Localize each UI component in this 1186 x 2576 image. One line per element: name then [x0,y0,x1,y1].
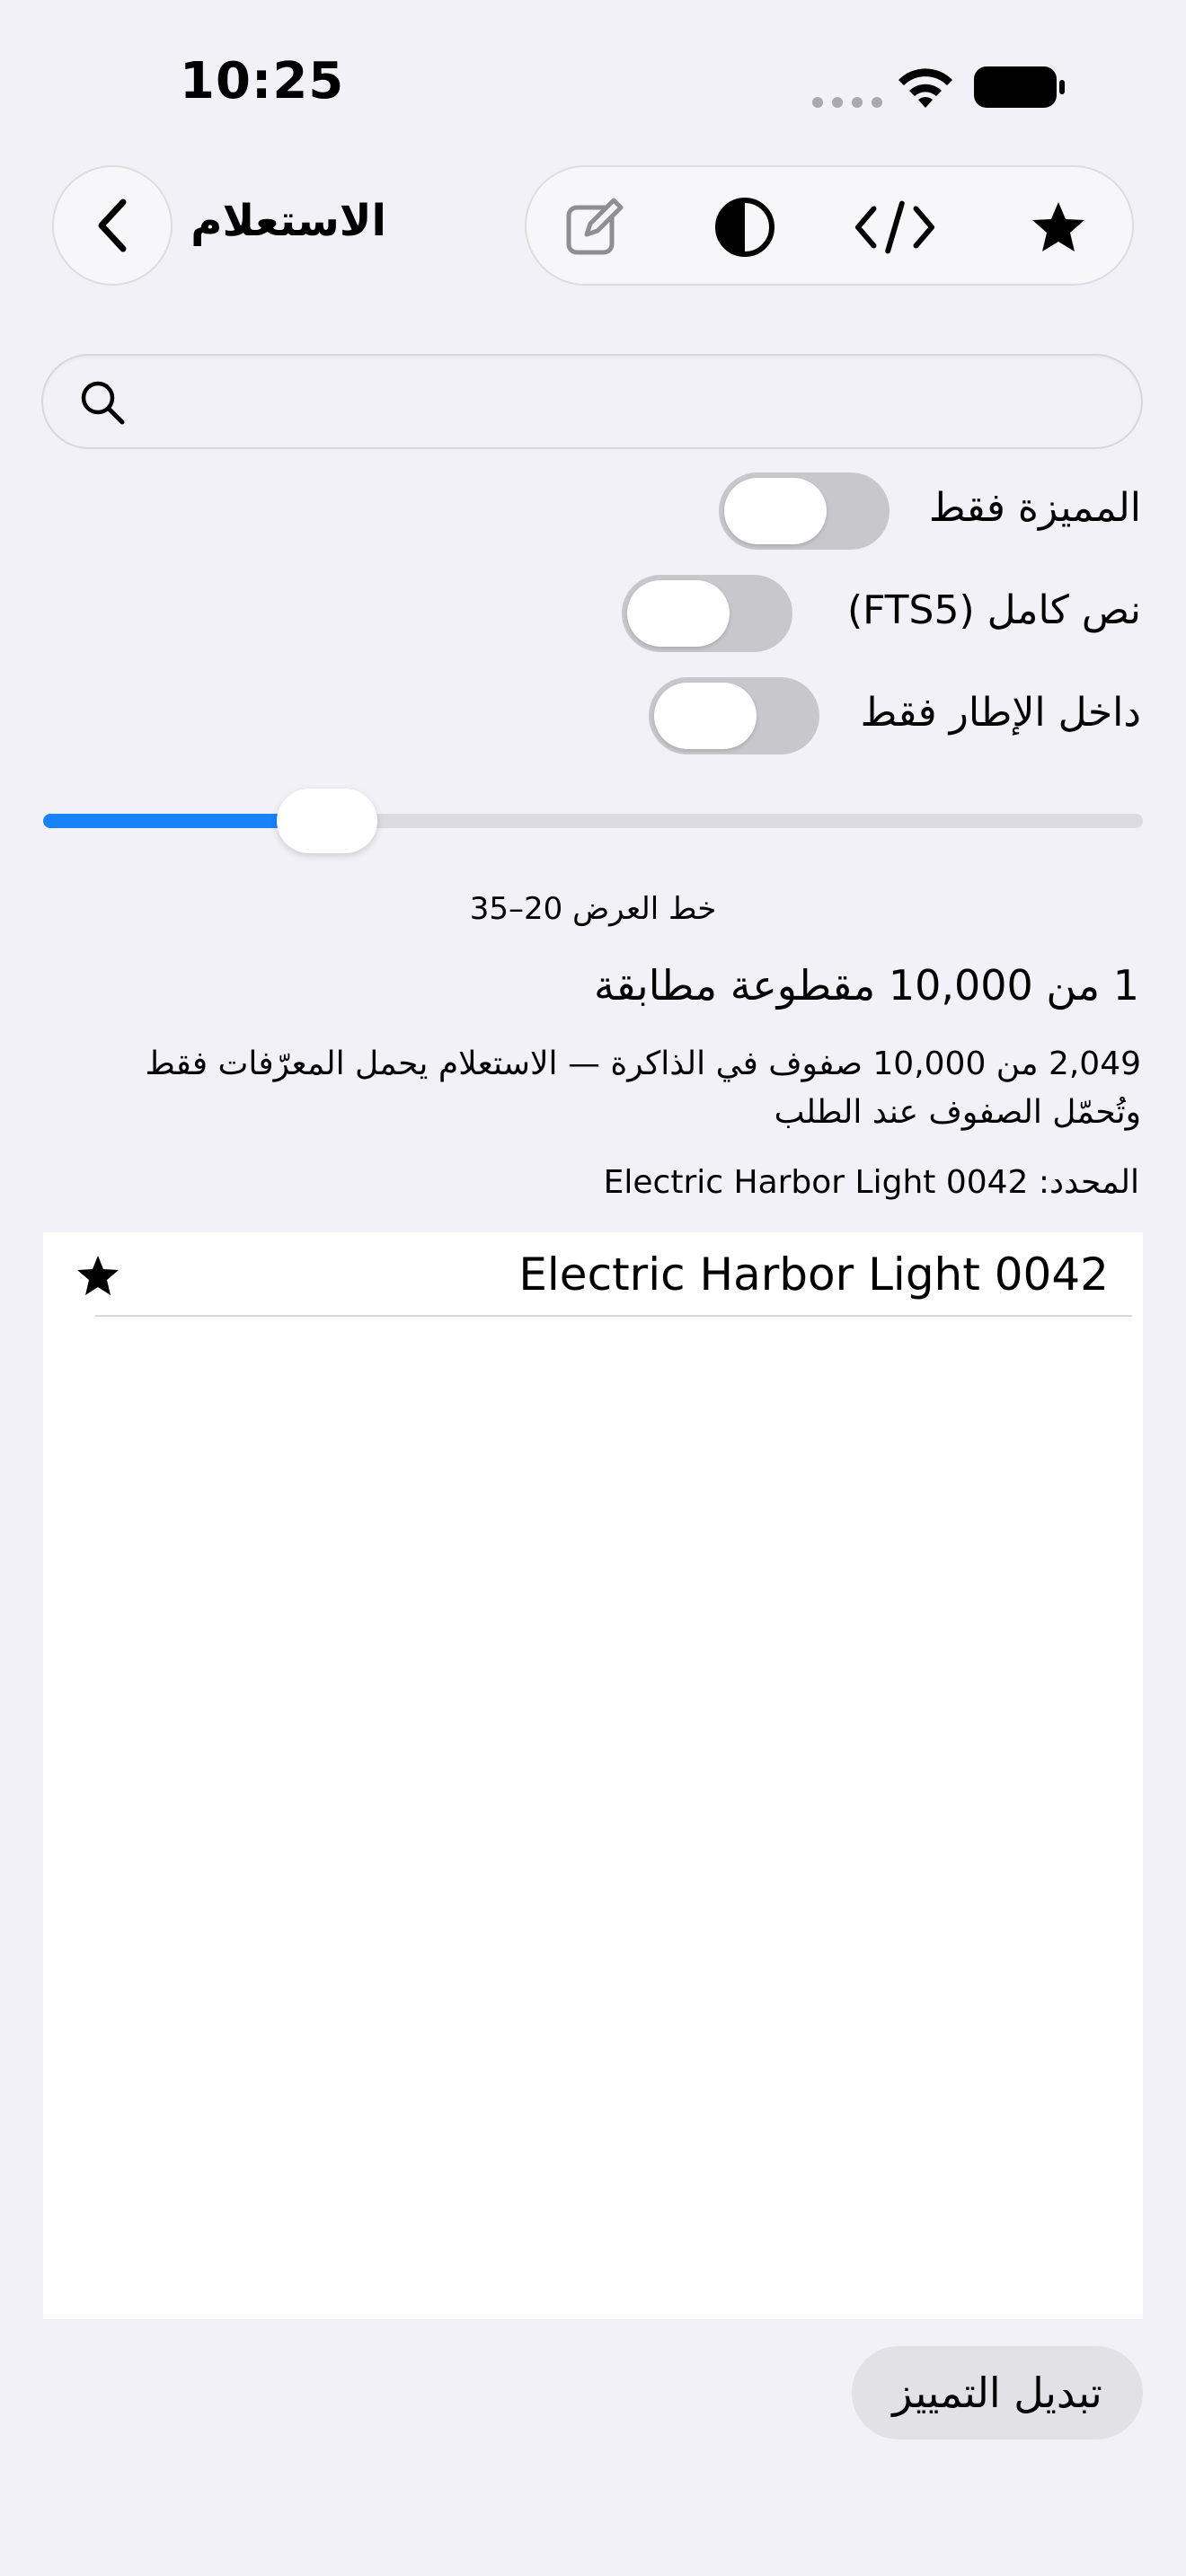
full-text-toggle[interactable] [622,575,792,652]
selected-item-label: المحدد: Electric Harbor Light 0042 [603,1164,1139,1201]
list-item-label: Electric Harbor Light 0042 [518,1248,1109,1301]
search-icon [81,381,125,425]
latitude-slider-thumb[interactable] [277,789,377,853]
rows-description: 2,049 من 10,000 صفوف في الذاكرة — الاستع… [145,1045,1141,1131]
page-title: الاستعلام [190,196,386,246]
full-text-label: نص كامل (FTS5) [846,587,1141,633]
in-frame-toggle[interactable] [649,677,819,754]
list-item[interactable]: Electric Harbor Light 0042 [43,1232,1143,1317]
divider [95,1315,1132,1317]
contrast-icon [715,198,774,257]
toggle-highlight-button[interactable]: تبديل التمييز [852,2346,1143,2439]
compose-button[interactable] [553,187,634,268]
featured-only-toggle[interactable] [719,472,890,550]
code-icon [854,200,935,254]
chevron-left-icon [98,198,127,252]
code-button[interactable] [854,187,935,268]
star-icon [77,1256,119,1295]
match-count: 1 من 10,000 مقطوعة مطابقة [593,961,1139,1010]
search-field[interactable] [41,354,1143,449]
toggle-knob [627,580,730,647]
results-list: Electric Harbor Light 0042 [43,1232,1143,2319]
favorites-button[interactable] [1018,187,1099,268]
contrast-button[interactable] [704,187,785,268]
toolbar [525,165,1134,286]
toggle-knob [724,478,827,544]
latitude-caption: خط العرض 20–35 [469,891,717,927]
compose-icon [566,198,624,255]
status-time: 10:25 [180,52,345,110]
back-button[interactable] [52,165,173,286]
star-icon [1032,202,1084,251]
featured-only-label: المميزة فقط [928,485,1141,531]
wifi-icon [898,68,952,108]
cellular-dots-icon [812,97,882,108]
battery-icon [974,66,1065,108]
toggle-knob [654,683,757,749]
search-input[interactable] [142,356,1125,449]
in-frame-label: داخل الإطار فقط [860,690,1141,736]
